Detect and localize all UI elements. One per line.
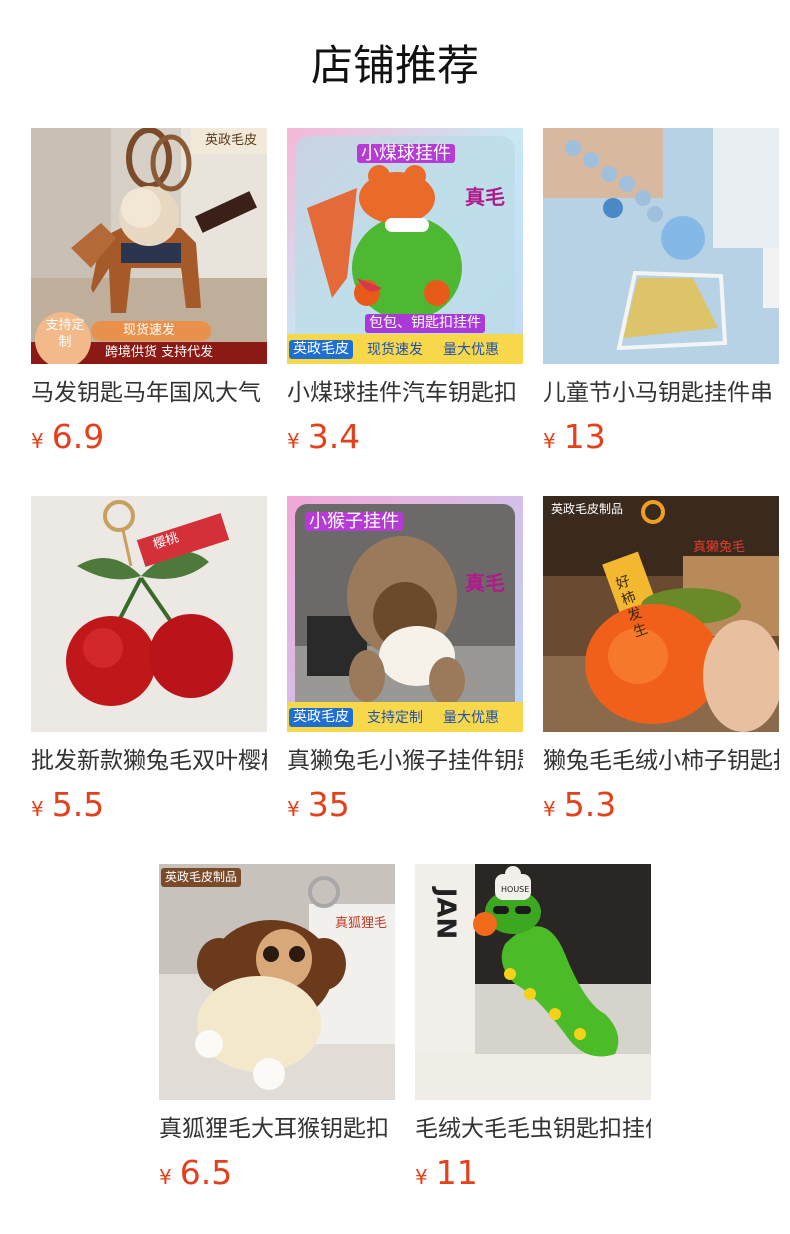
price-value: 6.9 [51,417,105,456]
page-title: 店铺推荐 [310,41,479,90]
currency-symbol: ¥ [543,797,556,821]
product-image[interactable]: 英政毛皮制品 真獭兔毛 好柿发生 [543,496,779,732]
product-image[interactable]: JAN HOUSE [415,864,651,1100]
product-price: ¥6.9 [31,415,267,465]
product-price: ¥3.4 [287,415,523,465]
price-value: 35 [307,785,350,824]
product-card[interactable]: 英政毛皮制品 真狐狸毛 真狐狸毛大耳猴钥匙扣 ¥6.5 [159,864,395,1201]
product-price: ¥11 [415,1151,651,1201]
product-name[interactable]: 小煤球挂件汽车钥匙扣 [287,377,523,409]
currency-symbol: ¥ [31,797,44,821]
currency-symbol: ¥ [543,429,556,453]
deal-badge: 量大优惠 [443,342,499,358]
product-name[interactable]: 真獭兔毛小猴子挂件钥匙 [287,745,523,777]
currency-symbol: ¥ [287,797,300,821]
custom-badge: 支持定制 [367,710,423,726]
product-image[interactable] [543,128,779,364]
price-value: 11 [435,1153,478,1192]
brand-badge: 英政毛皮制品 [551,502,624,516]
product-name[interactable]: 马发钥匙马年国风大气 [31,377,267,409]
real-fur-badge: 真毛 [465,185,505,209]
product-name[interactable]: 獭兔毛毛绒小柿子钥匙扣 [543,745,779,777]
custom-badge: 支持定制 [45,318,85,350]
product-image[interactable]: 英政毛皮 支持定制 现货速发 跨境供货 支持代发 [31,128,267,364]
brand-badge: 英政毛皮 [204,133,257,148]
currency-symbol: ¥ [415,1165,428,1189]
real-fur-badge: 真狐狸毛 [334,916,387,931]
price-value: 6.5 [179,1153,233,1192]
fast-ship-badge: 现货速发 [367,342,423,358]
product-card[interactable]: 英政毛皮制品 真獭兔毛 好柿发生 獭兔毛毛绒小柿子钥匙扣 ¥5.3 [543,496,779,833]
product-price: ¥35 [287,783,523,833]
product-card[interactable]: 小猴子挂件 真毛 英政毛皮 支持定制 量大优惠 真獭兔毛小猴子挂件钥匙 ¥35 [287,496,523,833]
heading-badge: 小煤球挂件 [357,144,455,163]
bottom-banner: 跨境供货 支持代发 [105,345,214,360]
real-fur-badge: 真毛 [465,571,505,595]
product-name[interactable]: 毛绒大毛毛虫钥匙扣挂件 [415,1113,651,1145]
product-name[interactable]: 批发新款獭兔毛双叶樱桃 [31,745,267,777]
brand-badge: 英政毛皮 [289,340,353,359]
product-card[interactable]: 儿童节小马钥匙挂件串 ¥13 [543,128,779,465]
poster-text: JAN [430,887,461,940]
product-price: ¥5.3 [543,783,779,833]
price-value: 13 [563,417,606,456]
hat-label: HOUSE [501,885,530,894]
product-name[interactable]: 儿童节小马钥匙挂件串 [543,377,779,409]
heading-badge: 小猴子挂件 [305,512,403,531]
product-image[interactable]: 樱桃 [31,496,267,732]
real-fur-badge: 真獭兔毛 [692,540,745,555]
brand-badge: 英政毛皮 [289,708,353,727]
product-card[interactable]: JAN HOUSE 毛绒大毛毛虫钥匙扣挂件 ¥11 [415,864,651,1201]
product-price: ¥13 [543,415,779,465]
product-card[interactable]: 樱桃 批发新款獭兔毛双叶樱桃 ¥5.5 [31,496,267,833]
product-image[interactable]: 小煤球挂件 真毛 包包、钥匙扣挂件 英政毛皮 现货速发 量大优惠 [287,128,523,364]
deal-badge: 量大优惠 [443,710,499,726]
product-price: ¥5.5 [31,783,267,833]
price-value: 3.4 [307,417,361,456]
currency-symbol: ¥ [287,429,300,453]
usage-badge: 包包、钥匙扣挂件 [365,314,485,333]
product-card[interactable]: 英政毛皮 支持定制 现货速发 跨境供货 支持代发 马发钥匙马年国风大气 ¥6.9 [31,128,267,465]
brand-badge: 英政毛皮制品 [161,868,242,887]
product-card[interactable]: 小煤球挂件 真毛 包包、钥匙扣挂件 英政毛皮 现货速发 量大优惠 小煤球挂件汽车… [287,128,523,465]
product-image[interactable]: 小猴子挂件 真毛 英政毛皮 支持定制 量大优惠 [287,496,523,732]
product-name[interactable]: 真狐狸毛大耳猴钥匙扣 [159,1113,395,1145]
currency-symbol: ¥ [31,429,44,453]
product-price: ¥6.5 [159,1151,395,1201]
currency-symbol: ¥ [159,1165,172,1189]
price-value: 5.3 [563,785,617,824]
product-image[interactable]: 英政毛皮制品 真狐狸毛 [159,864,395,1100]
price-value: 5.5 [51,785,105,824]
fast-ship-badge: 现货速发 [123,323,176,338]
